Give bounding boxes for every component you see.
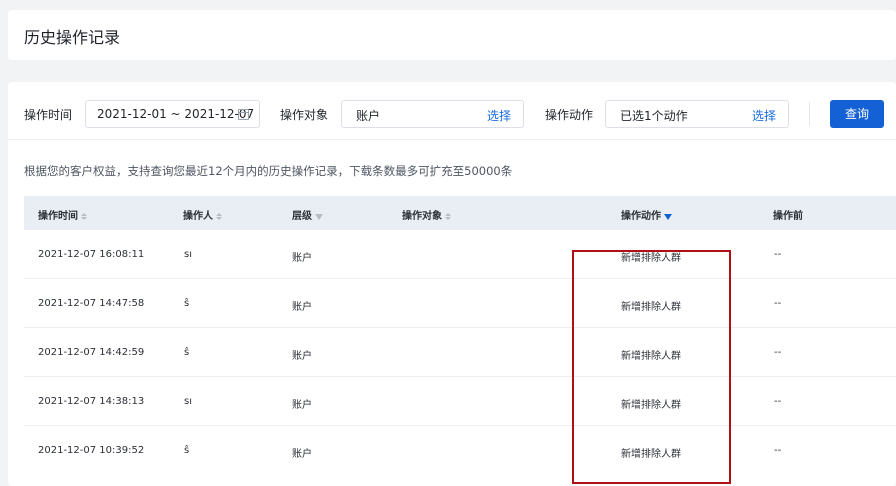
header-time[interactable]: 操作时间 (38, 207, 87, 222)
cell-operator: sı (184, 396, 192, 407)
cell-time: 2021-12-07 14:42:59 (38, 347, 145, 358)
cell-level: 账户 (292, 302, 312, 313)
sort-icon (216, 213, 222, 220)
filter-icon (315, 214, 323, 220)
table-row[interactable]: 2021-12-07 14:38:13 sı 账户 新增排除人群 -- (24, 377, 896, 426)
cell-level: 账户 (292, 253, 312, 264)
date-range-value: 2021-12-01 ~ 2021-12-07 (97, 107, 255, 121)
history-table: 操作时间 操作人 层级 操作对象 操作动作 操作前 2021-12-07 16:… (24, 196, 896, 475)
cell-time: 2021-12-07 14:38:13 (38, 396, 145, 407)
cell-operator: ŝ (184, 347, 190, 358)
header-before: 操作前 (773, 211, 803, 222)
cell-time: 2021-12-07 14:47:58 (38, 298, 145, 309)
header-operator[interactable]: 操作人 (183, 207, 222, 222)
cell-operator: sı (184, 249, 192, 260)
title-card: 历史操作记录 (8, 10, 896, 60)
filter-separator (809, 102, 810, 126)
header-object[interactable]: 操作对象 (402, 207, 451, 222)
table-header: 操作时间 操作人 层级 操作对象 操作动作 操作前 (24, 196, 896, 230)
cell-time: 2021-12-07 10:39:52 (38, 445, 145, 456)
table-row[interactable]: 2021-12-07 10:39:52 ŝ 账户 新增排除人群 -- (24, 426, 896, 475)
cell-operator: ŝ (184, 298, 190, 309)
object-select-link[interactable]: 选择 (487, 107, 511, 124)
calendar-icon (238, 109, 249, 120)
cell-level: 账户 (292, 351, 312, 362)
table-row[interactable]: 2021-12-07 14:47:58 ŝ 账户 新增排除人群 -- (24, 279, 896, 328)
object-filter-label: 操作对象 (280, 108, 329, 122)
query-button[interactable]: 查询 (830, 100, 884, 128)
date-range-picker[interactable]: 2021-12-01 ~ 2021-12-07 (85, 100, 260, 128)
action-value: 已选1个动作 (620, 109, 688, 123)
notice-text: 根据您的客户权益，支持查询您最近12个月内的历史操作记录，下载条数最多可扩充至5… (24, 164, 513, 178)
object-selector[interactable]: 账户 选择 (341, 100, 524, 128)
table-body: 2021-12-07 16:08:11 sı 账户 新增排除人群 -- 2021… (24, 230, 896, 475)
cell-before: -- (774, 396, 782, 407)
highlight-box (572, 250, 731, 484)
page-title: 历史操作记录 (24, 28, 121, 47)
action-filter-label: 操作动作 (545, 108, 594, 122)
divider (8, 139, 896, 140)
object-value: 账户 (356, 109, 381, 123)
table-row[interactable]: 2021-12-07 14:42:59 ŝ 账户 新增排除人群 -- (24, 328, 896, 377)
filter-active-icon (664, 214, 672, 220)
main-card: 操作时间 2021-12-01 ~ 2021-12-07 操作对象 账户 选择 … (8, 82, 896, 486)
action-select-link[interactable]: 选择 (752, 107, 776, 124)
sort-icon (445, 213, 451, 220)
sort-icon (81, 213, 87, 220)
header-level[interactable]: 层级 (292, 207, 323, 222)
cell-before: -- (774, 445, 782, 456)
cell-operator: ŝ (184, 445, 190, 456)
header-action[interactable]: 操作动作 (621, 207, 672, 222)
cell-before: -- (774, 298, 782, 309)
cell-level: 账户 (292, 449, 312, 460)
cell-before: -- (774, 347, 782, 358)
cell-before: -- (774, 249, 782, 260)
table-row[interactable]: 2021-12-07 16:08:11 sı 账户 新增排除人群 -- (24, 230, 896, 279)
filter-bar: 操作时间 2021-12-01 ~ 2021-12-07 操作对象 账户 选择 … (8, 100, 896, 128)
time-filter-label: 操作时间 (24, 108, 73, 122)
cell-level: 账户 (292, 400, 312, 411)
cell-time: 2021-12-07 16:08:11 (38, 249, 145, 260)
action-selector[interactable]: 已选1个动作 选择 (605, 100, 789, 128)
